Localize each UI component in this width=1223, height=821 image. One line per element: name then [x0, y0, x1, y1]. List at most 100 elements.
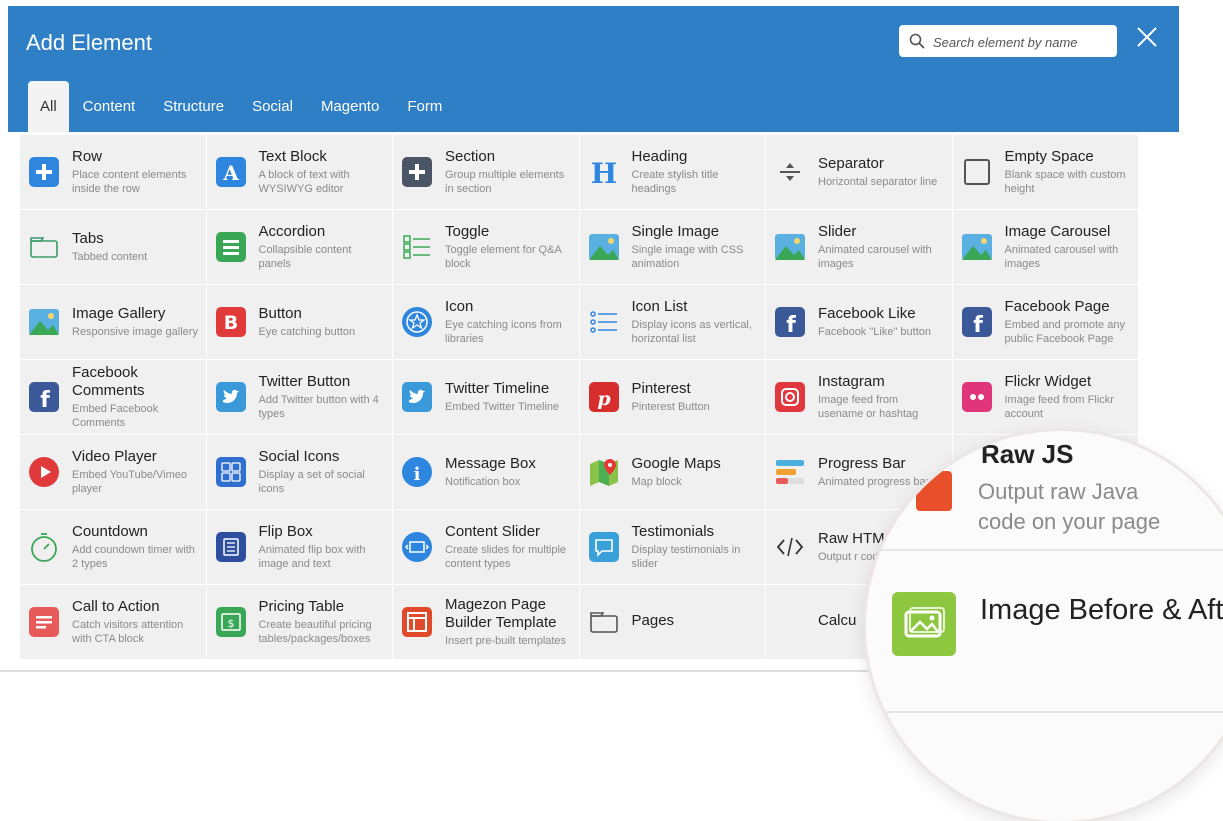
element-name: Empty Space [1004, 148, 1094, 165]
element-tile-testimonials[interactable]: Testimonials Display testimonials in slid… [579, 510, 766, 585]
element-tile-twitter-button[interactable]: Twitter Button Add Twitter button with 4 … [206, 360, 393, 435]
element-name: Button [258, 305, 302, 322]
plus-icon [401, 156, 433, 188]
element-tile-image-carousel[interactable]: Image Carousel Animated carousel with ima… [952, 210, 1139, 285]
element-tile-toggle[interactable]: Toggle Toggle element for Q&A block [393, 210, 580, 285]
twitter-icon [401, 381, 433, 413]
search-icon [909, 33, 925, 49]
element-tile-icon[interactable]: Icon Eye catching icons from libraries [393, 285, 580, 360]
element-name: Image Gallery [72, 305, 166, 322]
element-tile-facebook-comments[interactable]: f Facebook Comments Embed Facebook Comment… [20, 360, 207, 435]
image-before-after-label[interactable]: Image Before & After [980, 592, 1223, 628]
element-tile-accordion[interactable]: Accordion Collapsible content panels [206, 210, 393, 285]
element-name: Slider [818, 223, 857, 240]
element-name: Testimonials [631, 523, 715, 540]
element-description: Image feed from Flickr account [1004, 394, 1114, 420]
element-description: Animated carousel with images [818, 244, 932, 270]
tab-social[interactable]: Social [238, 81, 307, 132]
element-description: Create beautiful pricing tables/packages… [258, 619, 372, 645]
progress-icon [774, 456, 806, 488]
svg-text:f: f [973, 313, 983, 338]
svg-text:H: H [590, 157, 616, 188]
element-name: Facebook Page [1004, 298, 1110, 315]
pinterest-icon: p [588, 381, 620, 413]
element-name: Section [445, 148, 496, 165]
search-input[interactable] [931, 31, 1111, 53]
element-tile-video-player[interactable]: Video Player Embed YouTube/Vimeo player [20, 435, 207, 510]
element-name: Facebook Comments [72, 364, 145, 399]
element-tile-slider[interactable]: Slider Animated carousel with images [766, 210, 953, 285]
svg-text:B: B [223, 312, 237, 334]
tab-magento[interactable]: Magento [307, 81, 393, 132]
heading-icon: H [588, 156, 620, 190]
element-description: Place content elements inside the row [72, 169, 187, 195]
element-tile-row[interactable]: Row Place content elements inside the row [20, 135, 207, 210]
element-tile-countdown[interactable]: Countdown Add coundown timer with 2 types [20, 510, 207, 585]
element-name: Social Icons [258, 448, 340, 465]
tab-structure[interactable]: Structure [149, 81, 238, 132]
element-tile-social-icons[interactable]: Social Icons Display a set of social icon… [206, 435, 393, 510]
code-icon [774, 531, 806, 563]
svg-text:i: i [414, 464, 421, 485]
element-tile-message-box[interactable]: i Message Box Notification box [393, 435, 580, 510]
element-name: Tabs [72, 230, 104, 247]
element-tile-instagram[interactable]: Instagram Image feed from usename or hash… [766, 360, 953, 435]
element-tile-single-image[interactable]: Single Image Single image with CSS animat… [579, 210, 766, 285]
magnifier-top-fragment: Raw JS [981, 439, 1074, 469]
chat-icon [588, 531, 620, 563]
svg-text:f: f [40, 388, 50, 413]
info-icon: i [401, 456, 433, 488]
element-tile-heading[interactable]: H Heading Create stylish title headings [579, 135, 766, 210]
element-description: A block of text with WYSIWYG editor [258, 169, 350, 195]
element-tile-button[interactable]: B Button Eye catching button [206, 285, 393, 360]
element-tile-tabs[interactable]: Tabs Tabbed content [20, 210, 207, 285]
element-name: Twitter Timeline [445, 380, 550, 397]
close-icon[interactable] [1136, 26, 1158, 48]
element-name: Heading [631, 148, 688, 165]
element-tile-empty-space[interactable]: Empty Space Blank space with custom heigh… [952, 135, 1139, 210]
element-tile-google-maps[interactable]: Google Maps Map block [579, 435, 766, 510]
toggle-icon [401, 231, 433, 263]
facebook-icon: f [28, 381, 60, 413]
tab-all[interactable]: All [28, 81, 69, 132]
modal-header: Add Element All Content Structure Social… [8, 6, 1179, 132]
element-tile-flip-box[interactable]: Flip Box Animated flip box with image and… [206, 510, 393, 585]
element-tile-facebook-page[interactable]: f Facebook Page Embed and promote any publ… [952, 285, 1139, 360]
element-tile-twitter-timeline[interactable]: Twitter Timeline Embed Twitter Timeline [393, 360, 580, 435]
element-name: Flip Box [258, 523, 313, 540]
element-tile-call-to-action[interactable]: Call to Action Catch visitors attention w… [20, 585, 207, 660]
timer-icon [28, 531, 60, 563]
element-name: Instagram [818, 373, 885, 390]
gallery-icon [28, 306, 60, 338]
element-name: Magezon Page Builder Template [445, 596, 557, 631]
instagram-icon [774, 381, 806, 413]
svg-text:p: p [597, 388, 611, 410]
button-icon: B [215, 306, 247, 338]
element-tile-text-block[interactable]: A Text Block A block of text with WYSIWYG … [206, 135, 393, 210]
element-tile-content-slider[interactable]: Content Slider Create slides for multiple… [393, 510, 580, 585]
element-tile-pricing-table[interactable]: $ Pricing Table Create beautiful pricing t… [206, 585, 393, 660]
element-description: Tabbed content [72, 251, 148, 263]
element-name: Twitter Button [258, 373, 351, 390]
element-name: Icon [445, 298, 474, 315]
tab-form[interactable]: Form [393, 81, 456, 132]
element-tile-icon-list[interactable]: Icon List Display icons as vertical, hori… [579, 285, 766, 360]
element-tile-pages[interactable]: Pages [579, 585, 766, 660]
play-icon [28, 456, 60, 488]
element-description: Display icons as vertical, horizontal li… [631, 319, 752, 345]
element-tile-flickr-widget[interactable]: Flickr Widget Image feed from Flickr acco… [952, 360, 1139, 435]
element-description: Horizontal separator line [818, 176, 938, 188]
search-box[interactable] [899, 25, 1117, 57]
tab-content[interactable]: Content [69, 81, 150, 132]
element-tile-magezon-page-builder-template[interactable]: Magezon Page Builder Template Insert pre-… [393, 585, 580, 660]
element-tile-image-gallery[interactable]: Image Gallery Responsive image gallery [20, 285, 207, 360]
element-tile-pinterest[interactable]: p Pinterest Pinterest Button [579, 360, 766, 435]
modal-title: Add Element [26, 30, 152, 55]
element-tile-facebook-like[interactable]: f Facebook Like Facebook "Like" button [766, 285, 953, 360]
element-description: Create stylish title headings [631, 169, 719, 195]
element-tile-section[interactable]: Section Group multiple elements in sectio… [393, 135, 580, 210]
image-before-after-icon[interactable] [892, 592, 956, 656]
element-description: Blank space with custom height [1004, 169, 1126, 195]
element-tile-separator[interactable]: Separator Horizontal separator line [766, 135, 953, 210]
magnifier-divider-bottom [866, 711, 1223, 713]
